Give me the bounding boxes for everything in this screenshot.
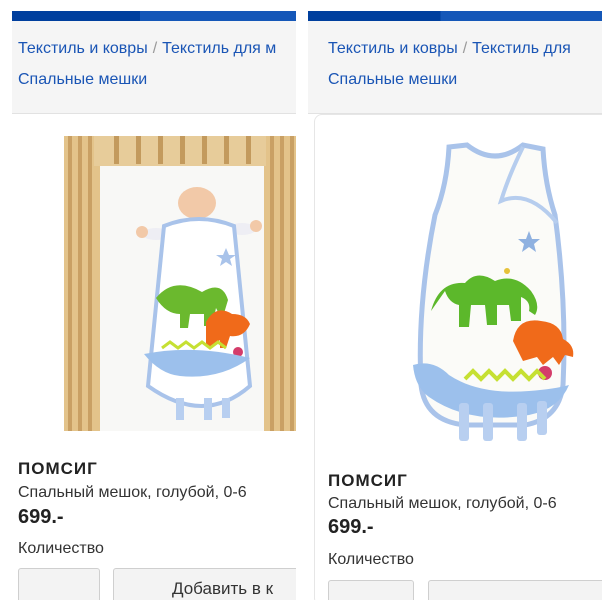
quantity-label: Количество <box>18 540 104 557</box>
product-price: 699.- <box>328 516 374 538</box>
product-photo[interactable] <box>405 135 585 445</box>
product-photo-crib[interactable] <box>64 136 296 431</box>
quantity-label: Количество <box>328 551 414 568</box>
breadcrumb-link-sleeping-bags[interactable]: Спальные мешки <box>18 71 147 89</box>
breadcrumb-link-textiles[interactable]: Текстиль и ковры <box>328 40 458 57</box>
left-screenshot-panel: Текстиль и ковры / Текстиль для м Спальные… <box>12 0 296 600</box>
breadcrumb: Текстиль и ковры / Текстиль для Спальные м… <box>308 21 602 114</box>
breadcrumb-link-sleeping-bags[interactable]: Спальные мешки <box>328 71 457 89</box>
breadcrumb: Текстиль и ковры / Текстиль для м Спальные… <box>12 21 296 114</box>
product-name[interactable]: ПОМСИГ <box>18 459 98 479</box>
right-screenshot-panel: Текстиль и ковры / Текстиль для Спальные м… <box>308 0 602 600</box>
breadcrumb-link-textiles-for[interactable]: Текстиль для <box>472 40 571 57</box>
product-description: Спальный мешок, голубой, 0-6 <box>328 495 557 512</box>
product-name[interactable]: ПОМСИГ <box>328 471 408 491</box>
breadcrumb-link-textiles[interactable]: Текстиль и ковры <box>18 40 148 57</box>
product-description: Спальный мешок, голубой, 0-6 <box>18 484 247 501</box>
quantity-input[interactable] <box>328 580 414 600</box>
add-to-cart-button[interactable]: Добавить в к <box>113 568 296 600</box>
product-price: 699.- <box>18 506 64 528</box>
add-to-cart-button[interactable] <box>428 580 602 600</box>
quantity-input[interactable] <box>18 568 100 600</box>
breadcrumb-link-textiles-for[interactable]: Текстиль для м <box>162 40 276 57</box>
header-bar <box>308 11 602 21</box>
header-bar <box>12 11 296 21</box>
